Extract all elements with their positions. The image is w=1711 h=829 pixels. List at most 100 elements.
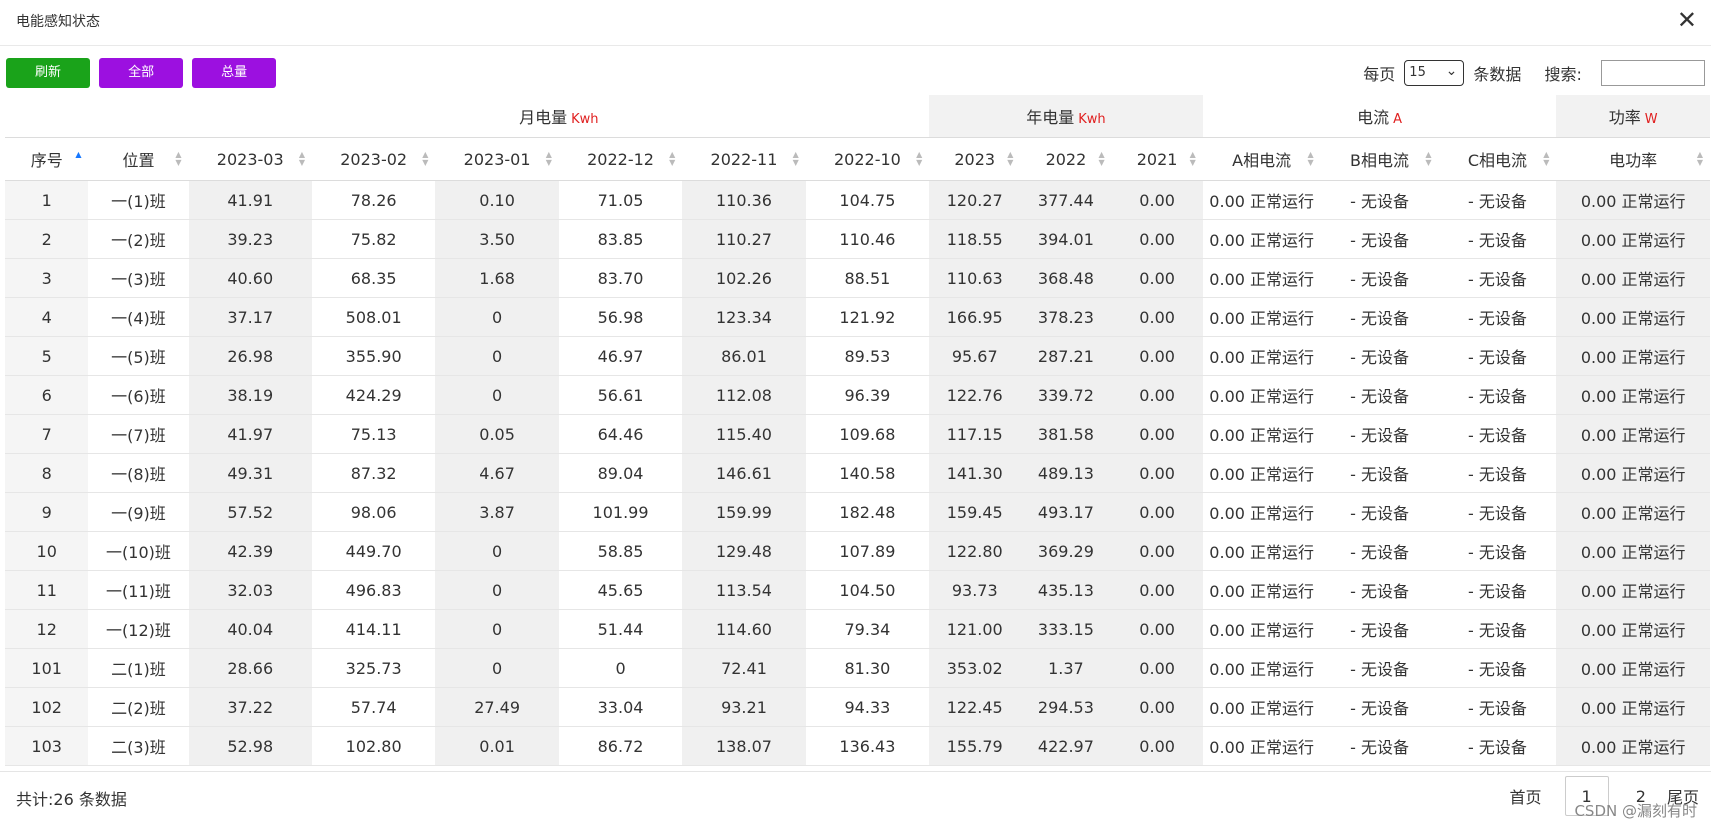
table-cell: 121.00 bbox=[929, 609, 1021, 649]
table-cell: - 无设备 bbox=[1438, 609, 1557, 649]
column-header[interactable]: 电功率 ▲ ▼ bbox=[1556, 137, 1710, 181]
refresh-button[interactable]: 刷新 bbox=[6, 58, 90, 88]
table-cell: - 无设备 bbox=[1438, 414, 1557, 454]
sort-icon[interactable]: ▲ ▼ bbox=[421, 151, 429, 167]
sort-icon[interactable]: ▲ ▼ bbox=[1542, 151, 1550, 167]
table-cell: 26.98 bbox=[188, 336, 312, 376]
table-cell: 49.31 bbox=[188, 453, 312, 493]
table-cell: - 无设备 bbox=[1438, 453, 1557, 493]
table-cell: 89.53 bbox=[805, 336, 930, 376]
table-cell: 0 bbox=[435, 375, 559, 415]
table-cell: 449.70 bbox=[311, 531, 436, 571]
sort-icon[interactable]: ▲ ▼ bbox=[668, 151, 676, 167]
table-cell: 32.03 bbox=[188, 570, 312, 610]
search-input[interactable] bbox=[1601, 60, 1705, 86]
table-row[interactable]: 9 一(9)班 57.52 98.06 3.87 101.99 159.99 182.48 15… bbox=[5, 492, 1710, 532]
table-cell: 一(3)班 bbox=[88, 258, 189, 298]
column-header[interactable]: 序号 ▲ bbox=[5, 137, 89, 181]
table-cell: 3.87 bbox=[435, 492, 559, 532]
table-row[interactable]: 11 一(11)班 32.03 496.83 0 45.65 113.54 104.50 93.… bbox=[5, 570, 1710, 610]
table-cell: 一(5)班 bbox=[88, 336, 189, 376]
table-row[interactable]: 5 一(5)班 26.98 355.90 0 46.97 86.01 89.53 95.67 28… bbox=[5, 336, 1710, 376]
column-header[interactable]: B相电流 ▲ ▼ bbox=[1320, 137, 1439, 181]
group-header-label: 月电量 bbox=[519, 108, 568, 127]
table-cell: 0.00 正常运行 bbox=[1202, 531, 1321, 571]
column-header[interactable]: 2023-03 ▲ ▼ bbox=[188, 137, 312, 181]
table-row[interactable]: 3 一(3)班 40.60 68.35 1.68 83.70 102.26 88.51 110.… bbox=[5, 258, 1710, 298]
table-cell: - 无设备 bbox=[1320, 531, 1439, 571]
table-cell: 56.61 bbox=[558, 375, 683, 415]
close-icon[interactable]: ✕ bbox=[1677, 6, 1697, 34]
table-cell: 86.01 bbox=[682, 336, 806, 376]
records-label: 条数据 bbox=[1473, 65, 1522, 84]
column-header[interactable]: 位置 ▲ ▼ bbox=[88, 137, 189, 181]
group-header-unit: Kwh bbox=[1078, 112, 1106, 127]
table-cell: 110.63 bbox=[929, 258, 1021, 298]
column-header[interactable]: C相电流 ▲ ▼ bbox=[1438, 137, 1557, 181]
table-row[interactable]: 8 一(8)班 49.31 87.32 4.67 89.04 146.61 140.58 141… bbox=[5, 453, 1710, 493]
table-cell: 12 bbox=[5, 609, 89, 649]
table-cell: 57.52 bbox=[188, 492, 312, 532]
sort-icon[interactable]: ▲ bbox=[74, 151, 82, 159]
table-row[interactable]: 1 一(1)班 41.91 78.26 0.10 71.05 110.36 104.75 120… bbox=[5, 180, 1710, 220]
table-cell: 0.00 正常运行 bbox=[1202, 180, 1321, 220]
table-cell: 115.40 bbox=[682, 414, 806, 454]
table-cell: 7 bbox=[5, 414, 89, 454]
search-label: 搜索: bbox=[1544, 65, 1582, 84]
column-header[interactable]: 2022 ▲ ▼ bbox=[1020, 137, 1112, 181]
column-header[interactable]: 2022-12 ▲ ▼ bbox=[558, 137, 683, 181]
table-row[interactable]: 2 一(2)班 39.23 75.82 3.50 83.85 110.27 110.46 118… bbox=[5, 219, 1710, 259]
table-cell: 117.15 bbox=[929, 414, 1021, 454]
all-button[interactable]: 全部 bbox=[99, 58, 184, 88]
column-header[interactable]: 2022-11 ▲ ▼ bbox=[682, 137, 806, 181]
table-row[interactable]: 103 二(3)班 52.98 102.80 0.01 86.72 138.07 136.43… bbox=[5, 726, 1710, 766]
table-cell: 0.00 bbox=[1111, 336, 1203, 376]
column-header-label: A相电流 bbox=[1232, 151, 1292, 170]
table-cell: 38.19 bbox=[188, 375, 312, 415]
column-header[interactable]: 2023-02 ▲ ▼ bbox=[311, 137, 436, 181]
sort-icon[interactable]: ▲ ▼ bbox=[1189, 151, 1197, 167]
table-cell: - 无设备 bbox=[1438, 297, 1557, 337]
sort-icon[interactable]: ▲ ▼ bbox=[792, 151, 800, 167]
table-row[interactable]: 12 一(12)班 40.04 414.11 0 51.44 114.60 79.34 121.… bbox=[5, 609, 1710, 649]
table-cell: - 无设备 bbox=[1320, 492, 1439, 532]
column-header[interactable]: 2023 ▲ ▼ bbox=[929, 137, 1021, 181]
column-header-label: 2022 bbox=[1045, 149, 1087, 169]
column-header[interactable]: 2021 ▲ ▼ bbox=[1111, 137, 1203, 181]
table-cell: 6 bbox=[5, 375, 89, 415]
sort-icon[interactable]: ▲ ▼ bbox=[915, 151, 923, 167]
table-row[interactable]: 101 二(1)班 28.66 325.73 0 0 72.41 81.30 353.02 1.3… bbox=[5, 648, 1710, 688]
sort-icon[interactable]: ▲ ▼ bbox=[1006, 151, 1014, 167]
table-row[interactable]: 6 一(6)班 38.19 424.29 0 56.61 112.08 96.39 122.76… bbox=[5, 375, 1710, 415]
sort-icon[interactable]: ▲ ▼ bbox=[545, 151, 553, 167]
column-header[interactable]: 2022-10 ▲ ▼ bbox=[805, 137, 930, 181]
per-page-select[interactable]: 15 ⌄ bbox=[1404, 60, 1465, 86]
sort-icon[interactable]: ▲ ▼ bbox=[1696, 151, 1704, 167]
group-header-label: 功率 bbox=[1608, 108, 1641, 127]
table-cell: 0.00 正常运行 bbox=[1556, 219, 1710, 259]
first-page-link[interactable]: 首页 bbox=[1510, 784, 1542, 808]
sort-icon[interactable]: ▲ ▼ bbox=[1307, 151, 1315, 167]
table-cell: 0.00 正常运行 bbox=[1556, 648, 1710, 688]
sort-icon[interactable]: ▲ ▼ bbox=[298, 151, 306, 167]
table-cell: 0.00 正常运行 bbox=[1556, 375, 1710, 415]
table-cell: 0 bbox=[435, 609, 559, 649]
column-header[interactable]: 2023-01 ▲ ▼ bbox=[435, 137, 559, 181]
table-cell: 113.54 bbox=[682, 570, 806, 610]
table-row[interactable]: 102 二(2)班 37.22 57.74 27.49 33.04 93.21 94.33 12… bbox=[5, 687, 1710, 727]
sort-icon[interactable]: ▲ ▼ bbox=[1424, 151, 1432, 167]
sort-icon[interactable]: ▲ ▼ bbox=[175, 151, 183, 167]
table-cell: 83.85 bbox=[558, 219, 683, 259]
table-row[interactable]: 4 一(4)班 37.17 508.01 0 56.98 123.34 121.92 166.9… bbox=[5, 297, 1710, 337]
column-header-label: 2023-03 bbox=[216, 149, 284, 169]
table-cell: 159.99 bbox=[682, 492, 806, 532]
table-cell: 96.39 bbox=[805, 375, 930, 415]
table-cell: 121.92 bbox=[805, 297, 930, 337]
table-row[interactable]: 10 一(10)班 42.39 449.70 0 58.85 129.48 107.89 122… bbox=[5, 531, 1710, 571]
table-cell: 0.00 bbox=[1111, 180, 1203, 220]
column-header[interactable]: A相电流 ▲ ▼ bbox=[1202, 137, 1321, 181]
table-row[interactable]: 7 一(7)班 41.97 75.13 0.05 64.46 115.40 109.68 117… bbox=[5, 414, 1710, 454]
table-cell: 41.97 bbox=[188, 414, 312, 454]
total-button[interactable]: 总量 bbox=[192, 58, 277, 88]
sort-icon[interactable]: ▲ ▼ bbox=[1098, 151, 1106, 167]
